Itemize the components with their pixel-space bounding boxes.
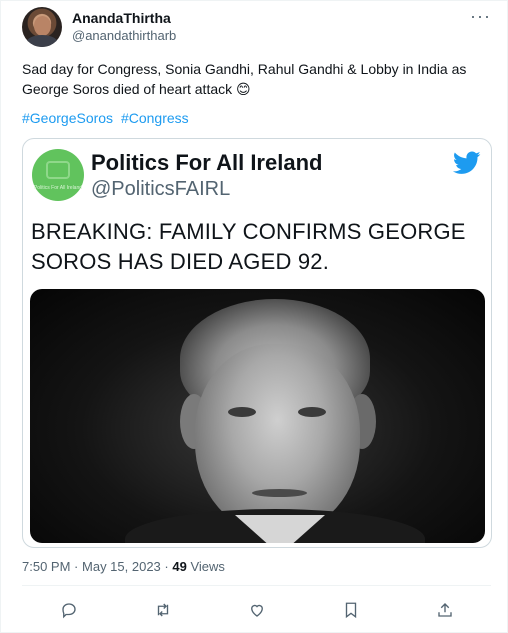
views-count: 49 [172,559,187,574]
embedded-media-card[interactable]: Politics For All Ireland Politics For Al… [22,138,492,548]
photo-mouth [252,489,307,497]
tweet-date[interactable]: May 15, 2023 [82,559,161,574]
twitter-bird-icon [453,151,481,174]
embedded-headline: BREAKING: FAMILY CONFIRMS GEORGE SOROS H… [31,219,466,274]
avatar-shirt [26,35,58,47]
tweet: AnandaThirtha @anandathirtharb ··· Sad d… [0,0,508,633]
tweet-time[interactable]: 7:50 PM [22,559,70,574]
action-bar [1,597,508,623]
author-display-name[interactable]: AnandaThirtha [72,10,171,26]
meta-separator: · [164,559,169,574]
photo-eye [228,407,256,417]
embedded-account-handle: @PoliticsFAIRL [91,178,231,200]
photo-eye [298,407,326,417]
bookmark-icon[interactable] [338,597,364,623]
like-icon[interactable] [244,597,270,623]
tweet-text: Sad day for Congress, Sonia Gandhi, Rahu… [22,61,467,97]
logo-mark [46,161,70,179]
reply-icon[interactable] [56,597,82,623]
author-avatar[interactable] [22,7,62,47]
views-label: Views [190,559,225,574]
logo-text: Politics For All Ireland [33,185,83,191]
photo-face [195,344,360,534]
tweet-meta: 7:50 PM · May 15, 2023 · 49 Views [22,559,225,574]
embedded-account-name: Politics For All Ireland [91,150,323,175]
author-handle[interactable]: @anandathirtharb [72,28,176,43]
more-dots-icon[interactable]: ··· [470,7,491,25]
embedded-photo[interactable] [30,289,485,543]
divider [22,585,491,586]
hashtag-link[interactable]: #Congress [121,110,189,126]
share-icon[interactable] [432,597,458,623]
retweet-icon[interactable] [150,597,176,623]
avatar-face [34,16,51,36]
embedded-account-avatar: Politics For All Ireland [32,149,84,201]
hashtag-link[interactable]: #GeorgeSoros [22,110,113,126]
meta-separator: · [74,559,79,574]
hashtags: #GeorgeSoros #Congress [22,110,193,126]
